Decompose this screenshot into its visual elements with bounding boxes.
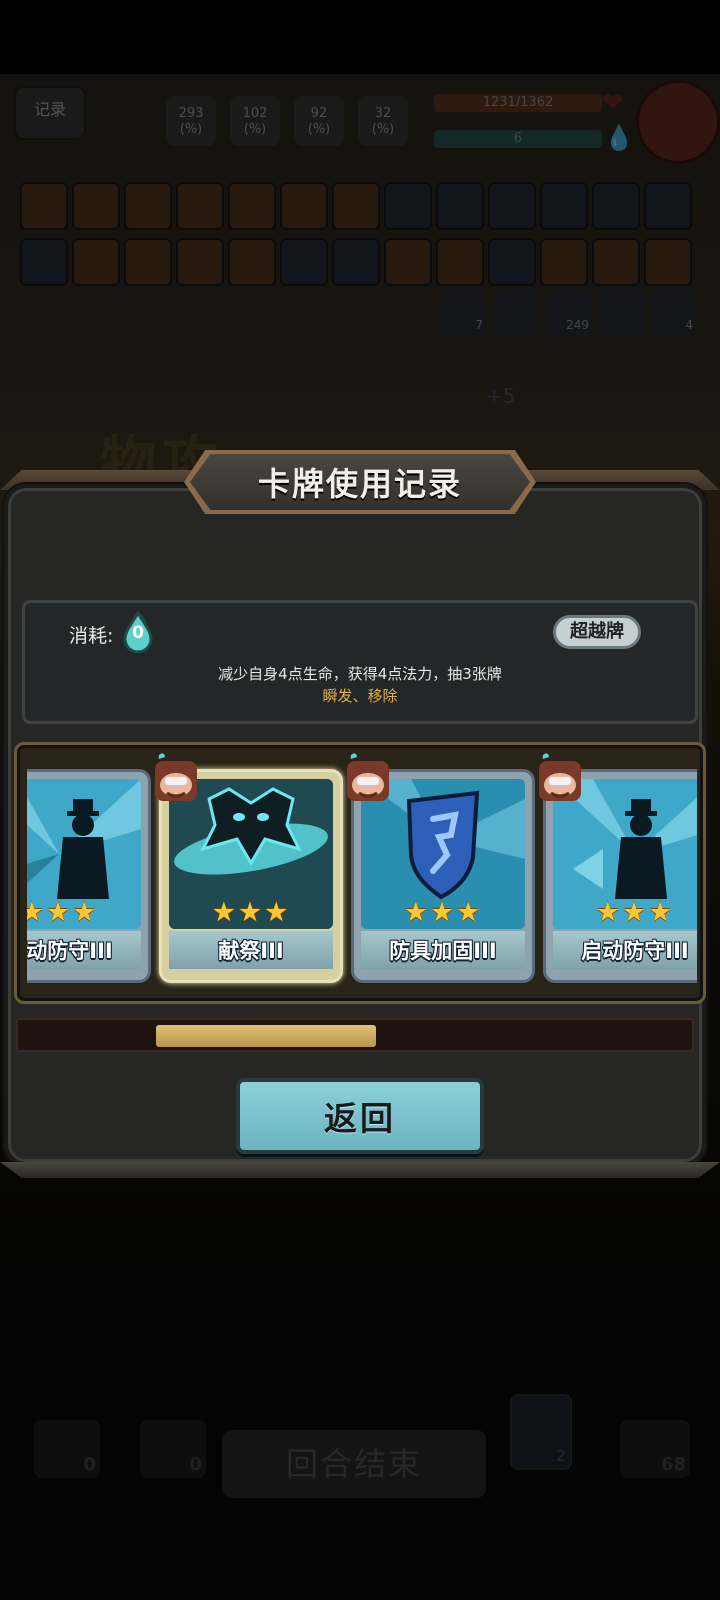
stat-unit: (%) bbox=[307, 122, 331, 137]
card-name: 启动防守III bbox=[581, 939, 689, 963]
hp-bar: 1231/1362 bbox=[434, 94, 602, 112]
stat-physical-attack: 293 (%) bbox=[166, 96, 216, 146]
buff-slot[interactable] bbox=[488, 238, 536, 286]
equipment-slot[interactable] bbox=[540, 182, 588, 230]
stat-value: 92 bbox=[310, 106, 328, 121]
stat-magic-defense: 32 (%) bbox=[358, 96, 408, 146]
card-description: 减少自身4点生命，获得4点法力，抽3张牌 bbox=[218, 665, 502, 683]
stat-magic-attack: 102 (%) bbox=[230, 96, 280, 146]
stat-value: 293 bbox=[178, 106, 204, 121]
floating-heal-text: +5 bbox=[486, 384, 516, 408]
stat-value: 32 bbox=[374, 106, 392, 121]
game-screen: 记录 293 (%) 102 (%) 92 (%) 32 (%) 1231/1362 6… bbox=[0, 0, 720, 1600]
mana-bar: 6 bbox=[434, 130, 602, 148]
player-portrait-icon bbox=[539, 753, 581, 801]
buff-slot[interactable] bbox=[436, 238, 484, 286]
card-list[interactable]: ★★★ 启动防守III ★★★ bbox=[27, 751, 697, 999]
equipment-row bbox=[20, 182, 692, 230]
record-button[interactable]: 记录 bbox=[14, 86, 86, 140]
equipment-slot[interactable] bbox=[176, 182, 224, 230]
status-effect[interactable]: 7 bbox=[440, 290, 486, 336]
card-art: ★★★ bbox=[27, 779, 141, 929]
equipment-slot[interactable] bbox=[592, 182, 640, 230]
discard-pile[interactable]: 0 bbox=[140, 1420, 206, 1478]
player-portrait-icon bbox=[155, 753, 197, 801]
status-bar-area bbox=[0, 0, 720, 74]
stat-value: 102 bbox=[242, 106, 268, 121]
buff-slot[interactable] bbox=[20, 238, 68, 286]
equipment-slot[interactable] bbox=[644, 182, 692, 230]
buff-slot[interactable] bbox=[124, 238, 172, 286]
card-name-bar: 启动防守III bbox=[27, 931, 141, 969]
card-name-bar: 献祭III bbox=[169, 931, 333, 969]
scrollbar-thumb[interactable] bbox=[156, 1025, 377, 1047]
equipment-slot[interactable] bbox=[228, 182, 276, 230]
player-avatar[interactable] bbox=[636, 80, 720, 164]
buff-slot[interactable] bbox=[644, 238, 692, 286]
buff-slot[interactable] bbox=[384, 238, 432, 286]
cost-value: 0 bbox=[132, 623, 144, 643]
status-effect[interactable] bbox=[598, 290, 644, 336]
stat-unit: (%) bbox=[371, 122, 395, 137]
card-history-strip[interactable]: ★★★ 启动防守III ★★★ bbox=[14, 742, 706, 1004]
status-effect[interactable]: 4 bbox=[650, 290, 696, 336]
buff-slot[interactable] bbox=[72, 238, 120, 286]
player-portrait-icon bbox=[347, 753, 389, 801]
card-keywords: 瞬发、移除 bbox=[322, 687, 398, 705]
buff-row bbox=[20, 238, 692, 286]
equipment-slot[interactable] bbox=[384, 182, 432, 230]
status-effect[interactable]: 249 bbox=[546, 290, 592, 336]
equipment-slot[interactable] bbox=[20, 182, 68, 230]
potion-slot[interactable]: 2 bbox=[510, 1394, 572, 1470]
return-button[interactable]: 返回 bbox=[236, 1078, 484, 1154]
card-strip-scrollbar[interactable] bbox=[16, 1018, 694, 1052]
card-type-badge: 超越牌 bbox=[553, 615, 641, 649]
end-turn-button[interactable]: 回合结束 bbox=[222, 1430, 486, 1498]
card-name-bar: 防具加固III bbox=[361, 931, 525, 969]
star-rating: ★★★ bbox=[403, 897, 483, 928]
status-effect[interactable] bbox=[494, 290, 540, 336]
stat-unit: (%) bbox=[243, 122, 267, 137]
return-button-label: 返回 bbox=[324, 1099, 396, 1138]
draw-pile[interactable]: 0 bbox=[34, 1420, 100, 1478]
buff-slot[interactable] bbox=[540, 238, 588, 286]
buff-slot[interactable] bbox=[592, 238, 640, 286]
deck-pile[interactable]: 68 bbox=[620, 1420, 690, 1478]
mana-drop-icon: 💧 bbox=[604, 124, 634, 152]
card-name: 启动防守III bbox=[27, 939, 113, 963]
buff-slot[interactable] bbox=[332, 238, 380, 286]
star-rating: ★★★ bbox=[27, 897, 99, 928]
buff-slot[interactable] bbox=[176, 238, 224, 286]
card-name: 防具加固III bbox=[389, 939, 497, 963]
card-name-bar: 启动防守III bbox=[553, 931, 697, 969]
heart-icon: ❤ bbox=[602, 88, 624, 118]
equipment-slot[interactable] bbox=[124, 182, 172, 230]
buff-slot[interactable] bbox=[280, 238, 328, 286]
card-name: 献祭III bbox=[218, 939, 284, 963]
stat-physical-defense: 92 (%) bbox=[294, 96, 344, 146]
card-item[interactable]: ★★★ 启动防守III bbox=[27, 769, 151, 983]
equipment-slot[interactable] bbox=[280, 182, 328, 230]
dialog-title: 卡牌使用记录 bbox=[257, 465, 462, 503]
star-rating: ★★★ bbox=[595, 897, 675, 928]
modal-bottom-rail bbox=[0, 1162, 720, 1178]
buff-slot[interactable] bbox=[228, 238, 276, 286]
stat-unit: (%) bbox=[179, 122, 203, 137]
equipment-slot[interactable] bbox=[436, 182, 484, 230]
cost-label: 消耗: bbox=[69, 625, 114, 647]
title-plate: 卡牌使用记录 bbox=[190, 454, 530, 510]
equipment-slot[interactable] bbox=[488, 182, 536, 230]
equipment-slot[interactable] bbox=[72, 182, 120, 230]
star-rating: ★★★ bbox=[211, 897, 291, 928]
card-info-panel: 消耗: 0 超越牌 减少自身4点生命，获得4点法力，抽3张牌 瞬发、移除 bbox=[22, 600, 698, 724]
equipment-slot[interactable] bbox=[332, 182, 380, 230]
